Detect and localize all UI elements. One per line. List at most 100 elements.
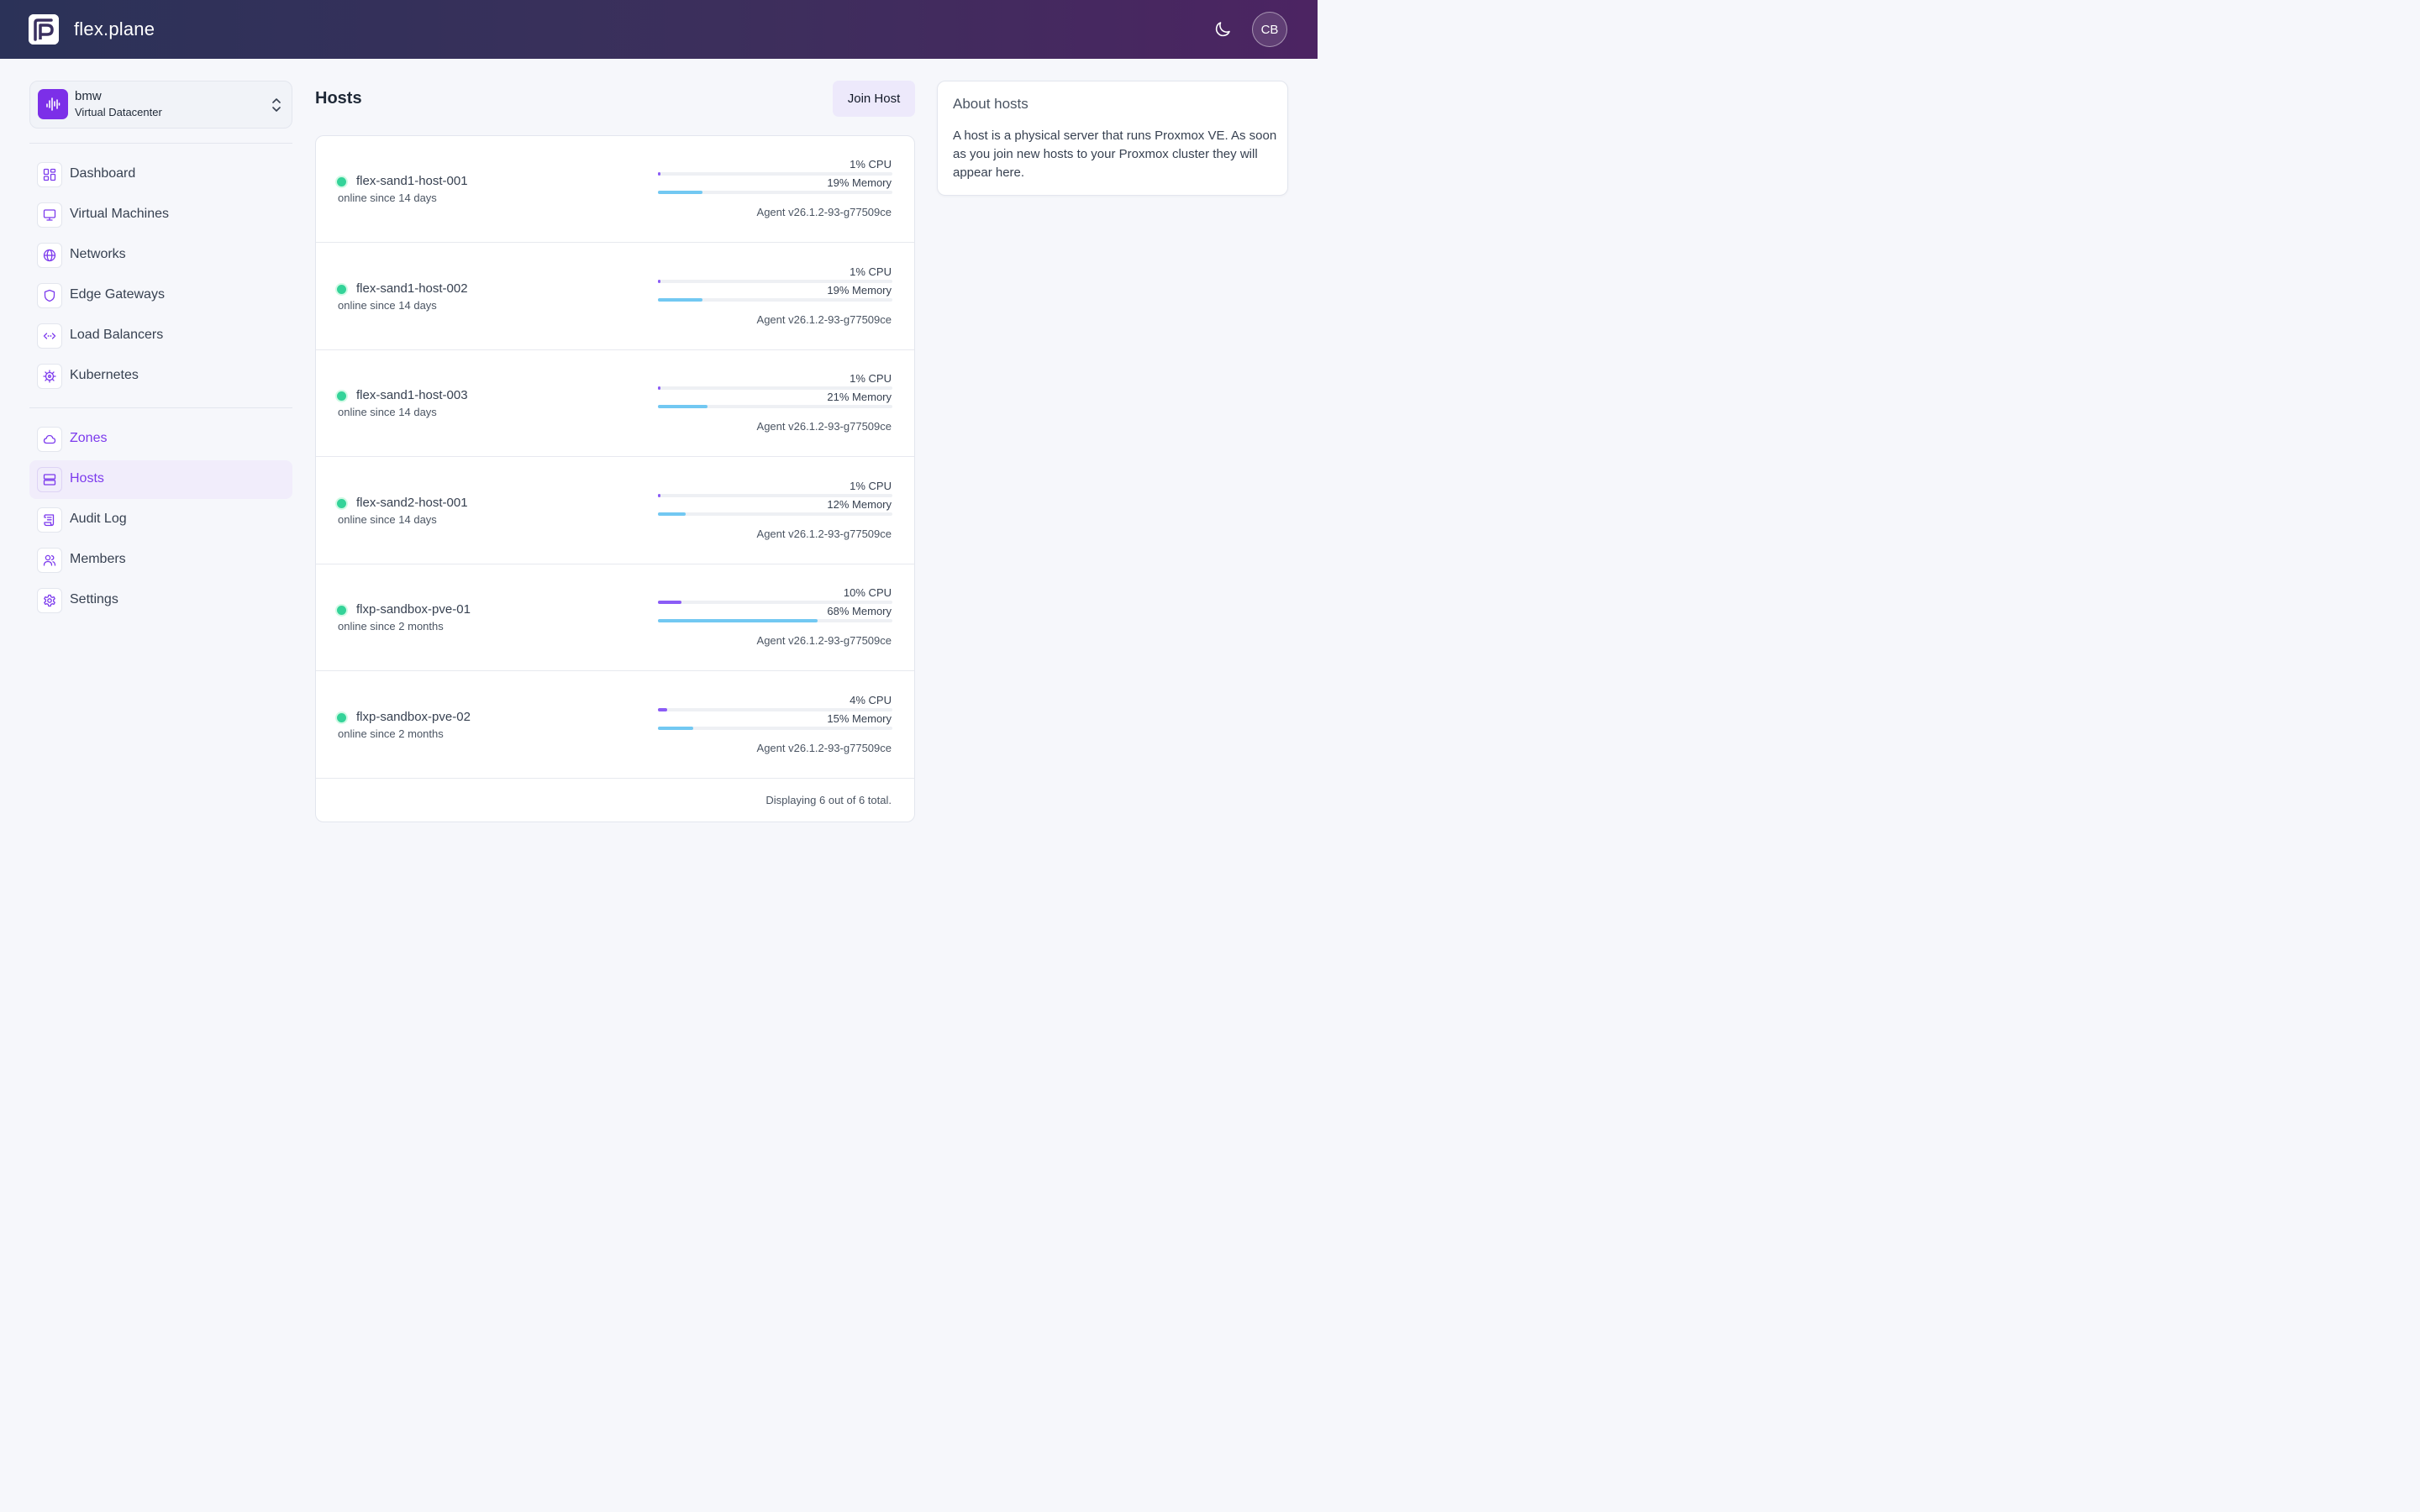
memory-usage-label: 12% Memory bbox=[827, 498, 892, 511]
sidebar-item-settings[interactable]: Settings bbox=[29, 581, 292, 620]
cpu-usage-label: 10% CPU bbox=[843, 586, 892, 599]
code-arrows-icon bbox=[37, 323, 62, 349]
memory-usage-bar bbox=[658, 512, 892, 516]
sidebar-item-edge-gateways[interactable]: Edge Gateways bbox=[29, 276, 292, 315]
cloud-icon bbox=[37, 427, 62, 452]
shield-icon bbox=[37, 283, 62, 308]
host-row[interactable]: flxp-sandbox-pve-01 online since 2 months… bbox=[316, 564, 914, 671]
scroll-icon bbox=[37, 507, 62, 533]
agent-version: Agent v26.1.2-93-g77509ce bbox=[756, 634, 892, 647]
sidebar-item-label: Kubernetes bbox=[70, 368, 139, 382]
agent-version: Agent v26.1.2-93-g77509ce bbox=[756, 528, 892, 540]
brand-name[interactable]: flex.plane bbox=[74, 18, 155, 40]
host-row[interactable]: flxp-sandbox-pve-02 online since 2 months… bbox=[316, 672, 914, 779]
memory-usage-bar bbox=[658, 405, 892, 408]
host-name[interactable]: flex-sand1-host-002 bbox=[356, 281, 468, 296]
sidebar-item-virtual-machines[interactable]: Virtual Machines bbox=[29, 196, 292, 234]
globe-icon bbox=[37, 243, 62, 268]
hosts-list: flex-sand1-host-001 online since 14 days 1… bbox=[315, 135, 915, 822]
cpu-usage-bar bbox=[658, 494, 892, 497]
sidebar-item-label: Audit Log bbox=[70, 512, 127, 526]
monitor-icon bbox=[37, 202, 62, 228]
cpu-usage-label: 1% CPU bbox=[850, 372, 892, 385]
status-online-dot bbox=[337, 177, 346, 186]
status-online-dot bbox=[337, 391, 346, 401]
org-subtitle: Virtual Datacenter bbox=[75, 106, 162, 118]
cpu-usage-label: 1% CPU bbox=[850, 158, 892, 171]
sidebar-divider bbox=[29, 143, 292, 144]
top-bar: flex.plane CB bbox=[0, 0, 1318, 59]
cpu-usage-bar bbox=[658, 386, 892, 390]
cpu-usage-bar bbox=[658, 708, 892, 711]
agent-version: Agent v26.1.2-93-g77509ce bbox=[756, 206, 892, 218]
pagination-summary: Displaying 6 out of 6 total. bbox=[765, 794, 892, 806]
about-title: About hosts bbox=[953, 96, 1028, 112]
memory-usage-label: 68% Memory bbox=[827, 605, 892, 617]
sidebar-divider bbox=[29, 407, 292, 408]
host-row[interactable]: flex-sand1-host-001 online since 14 days 1… bbox=[316, 136, 914, 243]
dashboard-icon bbox=[37, 162, 62, 187]
host-row[interactable]: flex-sand2-host-001 online since 14 days 1… bbox=[316, 458, 914, 564]
host-name[interactable]: flex-sand1-host-003 bbox=[356, 388, 468, 402]
cpu-usage-label: 1% CPU bbox=[850, 265, 892, 278]
sidebar-item-label: Settings bbox=[70, 592, 118, 606]
sidebar-item-label: Dashboard bbox=[70, 166, 136, 181]
memory-usage-label: 19% Memory bbox=[827, 176, 892, 189]
moon-icon[interactable] bbox=[1213, 19, 1233, 39]
memory-usage-bar bbox=[658, 298, 892, 302]
sidebar-item-dashboard[interactable]: Dashboard bbox=[29, 155, 292, 194]
sidebar-item-load-balancers[interactable]: Load Balancers bbox=[29, 317, 292, 355]
chevron-up-down-icon bbox=[271, 97, 282, 113]
status-online-dot bbox=[337, 606, 346, 615]
status-online-dot bbox=[337, 499, 346, 508]
agent-version: Agent v26.1.2-93-g77509ce bbox=[756, 420, 892, 433]
host-row[interactable]: flex-sand1-host-002 online since 14 days 1… bbox=[316, 244, 914, 350]
cpu-usage-bar bbox=[658, 172, 892, 176]
sidebar-item-label: Virtual Machines bbox=[70, 207, 169, 221]
sidebar-item-audit-log[interactable]: Audit Log bbox=[29, 501, 292, 539]
memory-usage-bar-fill bbox=[658, 298, 702, 302]
memory-usage-bar-fill bbox=[658, 405, 708, 408]
memory-usage-bar-fill bbox=[658, 191, 702, 194]
flexplane-logo-icon[interactable] bbox=[29, 14, 59, 45]
status-online-dot bbox=[337, 285, 346, 294]
page: flex.plane CB bmw Virtual Datacenter Das… bbox=[0, 0, 1318, 823]
host-uptime: online since 14 days bbox=[338, 192, 437, 204]
sidebar-item-label: Zones bbox=[70, 431, 108, 445]
sidebar-item-label: Hosts bbox=[70, 471, 104, 486]
host-name[interactable]: flex-sand2-host-001 bbox=[356, 496, 468, 510]
cpu-usage-bar-fill bbox=[658, 708, 667, 711]
memory-usage-bar-fill bbox=[658, 727, 693, 730]
sidebar-item-label: Edge Gateways bbox=[70, 287, 165, 302]
memory-usage-bar-fill bbox=[658, 619, 818, 622]
cpu-usage-bar-fill bbox=[658, 601, 681, 604]
host-row[interactable]: flex-sand1-host-003 online since 14 days 1… bbox=[316, 350, 914, 457]
host-uptime: online since 14 days bbox=[338, 513, 437, 526]
sidebar-item-label: Load Balancers bbox=[70, 328, 164, 342]
cpu-usage-bar-fill bbox=[658, 172, 660, 176]
cpu-usage-bar-fill bbox=[658, 386, 660, 390]
org-switcher[interactable]: bmw Virtual Datacenter bbox=[29, 81, 292, 129]
status-online-dot bbox=[337, 713, 346, 722]
user-avatar[interactable]: CB bbox=[1252, 12, 1287, 47]
sidebar-item-zones[interactable]: Zones bbox=[29, 420, 292, 459]
server-icon bbox=[37, 467, 62, 492]
host-name[interactable]: flex-sand1-host-001 bbox=[356, 174, 468, 188]
helm-icon bbox=[37, 364, 62, 389]
host-name[interactable]: flxp-sandbox-pve-01 bbox=[356, 602, 471, 617]
host-uptime: online since 2 months bbox=[338, 727, 444, 740]
join-host-button[interactable]: Join Host bbox=[833, 81, 915, 117]
org-name: bmw bbox=[75, 89, 102, 103]
page-title: Hosts bbox=[315, 89, 362, 108]
sidebar-item-hosts[interactable]: Hosts bbox=[29, 460, 292, 499]
about-description: A host is a physical server that runs Pr… bbox=[953, 129, 1277, 180]
sidebar-item-label: Members bbox=[70, 552, 126, 566]
sidebar-item-members[interactable]: Members bbox=[29, 541, 292, 580]
host-uptime: online since 14 days bbox=[338, 406, 437, 418]
host-name[interactable]: flxp-sandbox-pve-02 bbox=[356, 710, 471, 724]
sidebar-item-kubernetes[interactable]: Kubernetes bbox=[29, 357, 292, 396]
sidebar-item-networks[interactable]: Networks bbox=[29, 236, 292, 275]
waveform-icon bbox=[38, 89, 68, 119]
memory-usage-bar-fill bbox=[658, 512, 686, 516]
memory-usage-label: 15% Memory bbox=[827, 712, 892, 725]
